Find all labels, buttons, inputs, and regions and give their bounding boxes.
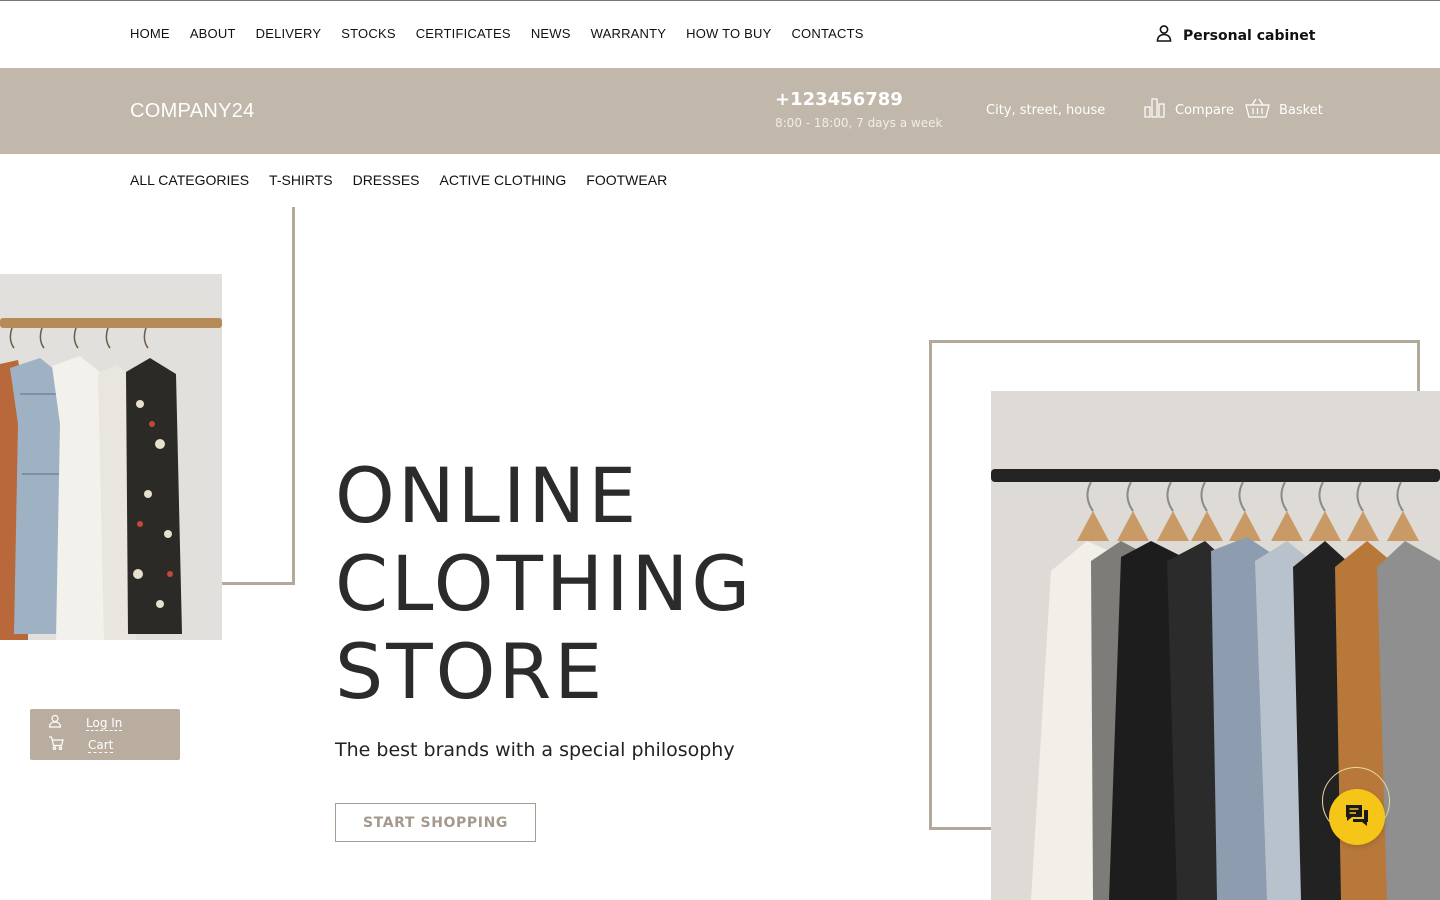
hero-title-line-1: ONLINE <box>335 451 640 540</box>
widget-cart[interactable]: Cart <box>48 736 114 755</box>
hero-title-line-3: STORE <box>335 627 606 716</box>
nav-contacts[interactable]: CONTACTS <box>791 26 863 41</box>
nav-home[interactable]: HOME <box>130 26 170 41</box>
category-dresses[interactable]: DRESSES <box>353 172 420 188</box>
nav-news[interactable]: NEWS <box>531 26 571 41</box>
chat-button[interactable] <box>1329 789 1385 845</box>
category-active-clothing[interactable]: ACTIVE CLOTHING <box>440 172 567 188</box>
basket-icon <box>1245 98 1270 122</box>
category-navigation: ALL CATEGORIES T-SHIRTS DRESSES ACTIVE C… <box>130 172 667 188</box>
store-address: City, street, house <box>986 103 1106 118</box>
hero-title: ONLINE CLOTHING STORE <box>335 452 753 716</box>
login-label: Log In <box>86 716 123 731</box>
basket-link[interactable]: Basket <box>1245 98 1323 122</box>
nav-delivery[interactable]: DELIVERY <box>256 26 322 41</box>
compare-link[interactable]: Compare <box>1144 98 1234 122</box>
header-band: COMPANY24 +123456789 8:00 - 18:00, 7 day… <box>0 68 1440 154</box>
hero-title-line-2: CLOTHING <box>335 539 754 628</box>
login-cart-widget: Log In Cart <box>30 709 180 760</box>
top-navigation: HOME ABOUT DELIVERY STOCKS CERTIFICATES … <box>0 0 1440 68</box>
company-logo[interactable]: COMPANY24 <box>130 100 255 123</box>
user-icon <box>1155 24 1173 47</box>
clothing-rack-photo-left <box>0 274 222 640</box>
start-shopping-button[interactable]: START SHOPPING <box>335 803 536 842</box>
category-footwear[interactable]: FOOTWEAR <box>586 172 667 188</box>
nav-stocks[interactable]: STOCKS <box>341 26 395 41</box>
personal-cabinet-link[interactable]: Personal cabinet <box>1155 24 1315 47</box>
bar-chart-icon <box>1144 98 1166 122</box>
compare-label: Compare <box>1175 102 1234 118</box>
category-all[interactable]: ALL CATEGORIES <box>130 172 249 188</box>
phone-number[interactable]: +123456789 <box>775 89 903 110</box>
nav-about[interactable]: ABOUT <box>190 26 236 41</box>
hero-subtitle: The best brands with a special philosoph… <box>335 739 735 761</box>
working-hours: 8:00 - 18:00, 7 days a week <box>775 116 943 130</box>
nav-certificates[interactable]: CERTIFICATES <box>416 26 511 41</box>
chat-icon <box>1344 803 1370 832</box>
cart-label: Cart <box>88 738 114 753</box>
category-t-shirts[interactable]: T-SHIRTS <box>269 172 333 188</box>
nav-warranty[interactable]: WARRANTY <box>591 26 667 41</box>
widget-login[interactable]: Log In <box>48 714 123 733</box>
basket-label: Basket <box>1279 102 1323 118</box>
top-menu: HOME ABOUT DELIVERY STOCKS CERTIFICATES … <box>130 26 864 41</box>
user-icon <box>48 714 62 733</box>
nav-how-to-buy[interactable]: HOW TO BUY <box>686 26 771 41</box>
personal-cabinet-label: Personal cabinet <box>1183 27 1316 44</box>
cart-icon <box>48 736 64 755</box>
